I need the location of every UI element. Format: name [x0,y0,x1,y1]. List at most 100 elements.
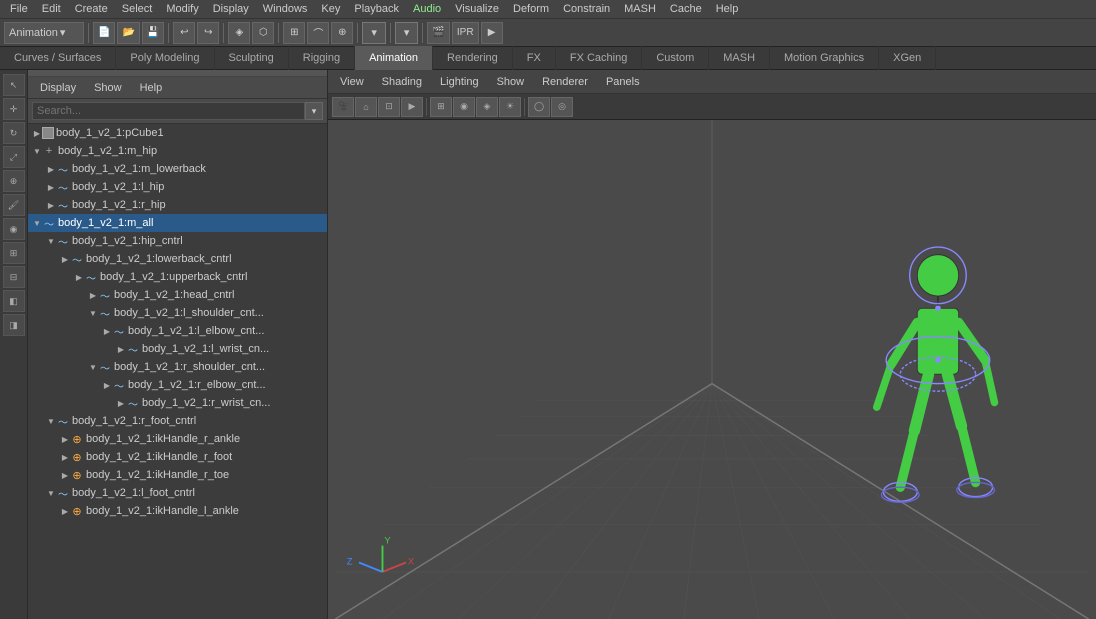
tool2-btn[interactable]: ◨ [3,314,25,336]
tree-expand-icon[interactable]: ▼ [32,218,42,228]
tree-item[interactable]: ▶〜body_1_v2_1:upperback_cntrl [28,268,327,286]
tree-item[interactable]: ▶〜body_1_v2_1:l_wrist_cn... [28,340,327,358]
snap-grid-btn[interactable]: ⊞ [283,22,305,44]
menu-key[interactable]: Key [315,2,346,16]
menu-display[interactable]: Display [207,2,255,16]
viewport-canvas[interactable]: X Y Z [328,120,1096,619]
snap-btn[interactable]: ⊞ [3,242,25,264]
render-settings-btn[interactable]: 🎬 [427,22,449,44]
tree-expand-icon[interactable]: ▶ [60,452,70,462]
tool1-btn[interactable]: ◧ [3,290,25,312]
vp-select-btn[interactable]: ▶ [401,97,423,117]
render-btn[interactable]: ▶ [481,22,503,44]
menu-cache[interactable]: Cache [664,2,708,16]
menu-create[interactable]: Create [69,2,114,16]
tree-item[interactable]: ▼〜body_1_v2_1:l_shoulder_cnt... [28,304,327,322]
viewport-menu-renderer[interactable]: Renderer [534,74,596,90]
menu-windows[interactable]: Windows [257,2,314,16]
snap-curve-btn[interactable]: ⌒ [307,22,329,44]
vp-xray-btn[interactable]: ◎ [551,97,573,117]
vp-fit-btn[interactable]: ⊡ [378,97,400,117]
menu-mash[interactable]: MASH [618,2,662,16]
tree-expand-icon[interactable]: ▶ [60,254,70,264]
no-live-surface-btn[interactable]: ▾ [362,22,386,44]
viewport-menu-show[interactable]: Show [489,74,533,90]
tree-expand-icon[interactable]: ▶ [116,344,126,354]
tree-item[interactable]: ▼+body_1_v2_1:m_hip [28,142,327,160]
tab-poly-modeling[interactable]: Poly Modeling [116,46,214,70]
menu-audio[interactable]: Audio [407,2,447,16]
menu-help[interactable]: Help [710,2,745,16]
tree-expand-icon[interactable]: ▶ [32,128,42,138]
tree-expand-icon[interactable]: ▼ [88,362,98,372]
symmetry-btn[interactable]: ▾ [395,22,419,44]
tree-item[interactable]: ▼〜body_1_v2_1:hip_cntrl [28,232,327,250]
tree-item[interactable]: ▶〜body_1_v2_1:lowerback_cntrl [28,250,327,268]
tree-expand-icon[interactable]: ▶ [46,164,56,174]
undo-btn[interactable]: ↩ [173,22,195,44]
grid-btn[interactable]: ⊟ [3,266,25,288]
outliner-menu-help[interactable]: Help [132,80,171,96]
tree-item[interactable]: ▶〜body_1_v2_1:m_lowerback [28,160,327,178]
tree-expand-icon[interactable]: ▶ [102,326,112,336]
scale-tool-btn[interactable]: ⤢ [3,146,25,168]
vp-isolate-btn[interactable]: ◯ [528,97,550,117]
tree-expand-icon[interactable]: ▼ [46,416,56,426]
workspace-dropdown[interactable]: Animation ▾ [4,22,84,44]
tree-item[interactable]: ▶⊕body_1_v2_1:ikHandle_r_toe [28,466,327,484]
soft-select-btn[interactable]: ◉ [3,218,25,240]
tree-item[interactable]: ▶〜body_1_v2_1:r_wrist_cn... [28,394,327,412]
outliner-menu-display[interactable]: Display [32,80,84,96]
tab-animation[interactable]: Animation [355,46,433,70]
tree-expand-icon[interactable]: ▶ [60,470,70,480]
menu-constrain[interactable]: Constrain [557,2,616,16]
tree-item[interactable]: ▼〜body_1_v2_1:l_foot_cntrl [28,484,327,502]
search-options-btn[interactable]: ▾ [305,102,323,120]
menu-file[interactable]: File [4,2,34,16]
tree-expand-icon[interactable]: ▶ [116,398,126,408]
menu-edit[interactable]: Edit [36,2,67,16]
save-btn[interactable]: 💾 [142,22,164,44]
select-btn[interactable]: ◈ [228,22,250,44]
menu-deform[interactable]: Deform [507,2,555,16]
viewport-menu-view[interactable]: View [332,74,372,90]
menu-visualize[interactable]: Visualize [449,2,505,16]
tree-expand-icon[interactable]: ▶ [60,506,70,516]
tree-expand-icon[interactable]: ▶ [74,272,84,282]
open-file-btn[interactable]: 📂 [117,22,139,44]
tree-item[interactable]: ▶〜body_1_v2_1:l_elbow_cnt... [28,322,327,340]
tree-expand-icon[interactable]: ▶ [46,200,56,210]
select-tool-btn[interactable]: ↖ [3,74,25,96]
tree-item[interactable]: ▶〜body_1_v2_1:head_cntrl [28,286,327,304]
tree-item[interactable]: ▶〜body_1_v2_1:r_hip [28,196,327,214]
tree-item[interactable]: ▶⊕body_1_v2_1:ikHandle_r_ankle [28,430,327,448]
snap-point-btn[interactable]: ⊕ [331,22,353,44]
vp-home-btn[interactable]: ⌂ [355,97,377,117]
tab-custom[interactable]: Custom [642,46,709,70]
tree-item[interactable]: ▼〜body_1_v2_1:r_foot_cntrl [28,412,327,430]
tree-expand-icon[interactable]: ▼ [46,236,56,246]
tree-item[interactable]: ▶body_1_v2_1:pCube1 [28,124,327,142]
lasso-btn[interactable]: ⬡ [252,22,274,44]
tree-item[interactable]: ▼〜body_1_v2_1:r_shoulder_cnt... [28,358,327,376]
tree-item[interactable]: ▼〜body_1_v2_1:m_all [28,214,327,232]
tree-item[interactable]: ▶⊕body_1_v2_1:ikHandle_r_foot [28,448,327,466]
transform-tool-btn[interactable]: ⊕ [3,170,25,192]
vp-wireframe-btn[interactable]: ⊞ [430,97,452,117]
tree-expand-icon[interactable]: ▼ [32,146,42,156]
tab-xgen[interactable]: XGen [879,46,936,70]
menu-modify[interactable]: Modify [160,2,204,16]
viewport-menu-lighting[interactable]: Lighting [432,74,487,90]
tree-item[interactable]: ▶⊕body_1_v2_1:ikHandle_l_ankle [28,502,327,520]
tree-item[interactable]: ▶〜body_1_v2_1:r_elbow_cnt... [28,376,327,394]
vp-smooth-btn[interactable]: ◉ [453,97,475,117]
vp-texture-btn[interactable]: ◈ [476,97,498,117]
tree-expand-icon[interactable]: ▶ [102,380,112,390]
vp-camera-btn[interactable]: 🎥 [332,97,354,117]
ipr-btn[interactable]: IPR [452,22,479,44]
rotate-tool-btn[interactable]: ↻ [3,122,25,144]
tab-rendering[interactable]: Rendering [433,46,513,70]
paint-tool-btn[interactable]: 🖌 [3,194,25,216]
tab-fx-caching[interactable]: FX Caching [556,46,642,70]
new-file-btn[interactable]: 📄 [93,22,115,44]
